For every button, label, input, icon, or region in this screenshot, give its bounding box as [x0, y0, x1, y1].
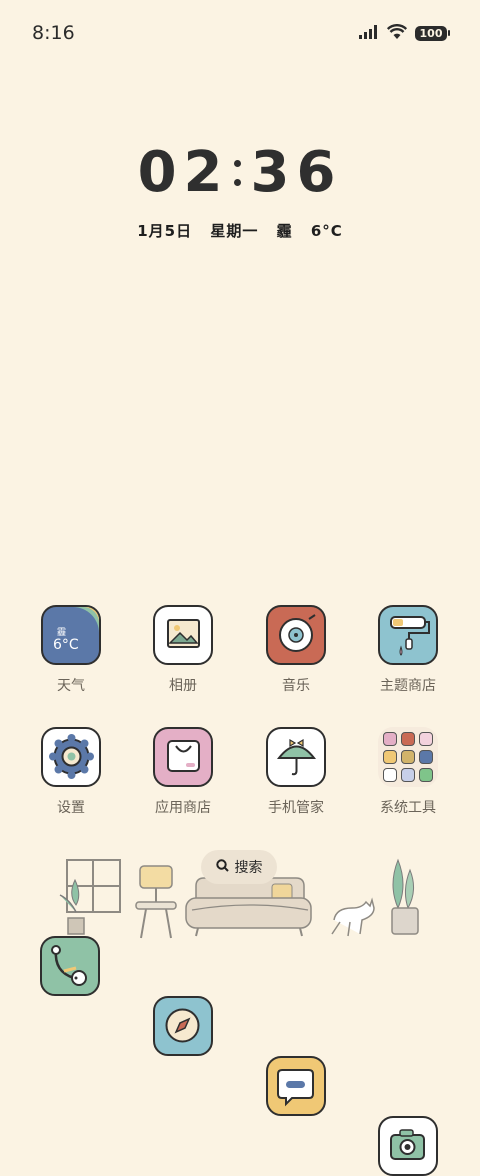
mini-app-icon	[383, 768, 397, 782]
clock-minutes: 36	[250, 140, 343, 205]
app-label: 系统工具	[380, 800, 436, 816]
camera-icon	[390, 1129, 425, 1160]
app-label: 应用商店	[155, 800, 211, 816]
dock-phone[interactable]	[40, 936, 100, 996]
lockscreen-clock: 02 36	[0, 140, 480, 205]
search-label: 搜索	[234, 860, 263, 876]
dock-browser[interactable]	[153, 996, 213, 1056]
app-label: 主题商店	[380, 678, 436, 694]
app-label: 手机管家	[268, 800, 324, 816]
app-app-store[interactable]: 应用商店	[133, 727, 233, 817]
umbrella-icon	[266, 727, 326, 787]
mini-app-icon	[419, 732, 433, 746]
folder-preview	[378, 727, 438, 787]
app-label: 天气	[57, 678, 85, 694]
mini-app-icon	[419, 750, 433, 764]
date-weather-line: 1月5日 星期一 霾 6°C	[0, 220, 480, 241]
mini-app-icon	[383, 732, 397, 746]
weekday-text: 星期一	[210, 222, 259, 240]
message-icon	[277, 1069, 314, 1107]
status-icons: 100	[359, 22, 450, 44]
wifi-icon	[386, 23, 408, 43]
date-text: 1月5日	[137, 222, 193, 240]
search-icon	[215, 858, 229, 876]
mini-app-icon	[383, 750, 397, 764]
gallery-icon	[153, 605, 213, 665]
shopping-bag-icon	[153, 727, 213, 787]
app-settings[interactable]: 设置	[21, 727, 121, 817]
weather-icon: 霾 6°C	[41, 605, 101, 665]
dock-messages[interactable]	[266, 1056, 326, 1116]
app-theme-store[interactable]: 主题商店	[358, 605, 458, 695]
temperature-text: 6°C	[310, 222, 343, 240]
phone-icon	[51, 945, 87, 986]
app-label: 音乐	[282, 678, 310, 694]
app-music[interactable]: 音乐	[246, 605, 346, 695]
mini-app-icon	[401, 750, 415, 764]
weather-icon-temp: 6°C	[53, 637, 79, 653]
paint-roller-icon	[378, 605, 438, 665]
signal-icon	[359, 24, 379, 43]
app-phone-manager[interactable]: 手机管家	[246, 727, 346, 817]
weather-text: 霾	[276, 222, 293, 240]
settings-gear-icon	[41, 727, 101, 787]
app-gallery[interactable]: 相册	[133, 605, 233, 695]
folder-system-tools[interactable]: 系统工具	[358, 727, 458, 817]
mini-app-icon	[401, 732, 415, 746]
battery-indicator: 100	[415, 25, 447, 41]
battery-tip-icon	[448, 30, 450, 36]
mini-app-icon	[401, 768, 415, 782]
app-weather[interactable]: 霾 6°C 天气	[21, 605, 121, 695]
search-button[interactable]: 搜索	[201, 850, 277, 884]
app-label: 设置	[57, 800, 85, 816]
clock-colon-icon	[233, 159, 241, 186]
compass-icon	[165, 1008, 200, 1043]
status-time: 8:16	[32, 22, 75, 44]
music-icon	[266, 605, 326, 665]
mini-app-icon	[419, 768, 433, 782]
app-label: 相册	[169, 678, 197, 694]
clock-hours: 02	[137, 140, 230, 205]
dock-camera[interactable]	[378, 1116, 438, 1176]
